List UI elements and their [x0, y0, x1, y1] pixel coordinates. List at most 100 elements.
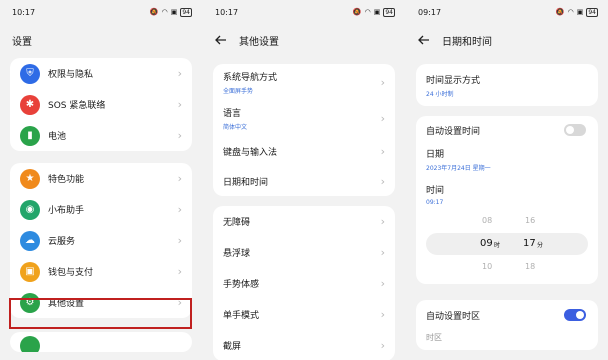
- item-label: 悬浮球: [223, 249, 251, 259]
- other-settings-item[interactable]: 系统导航方式 全面屏手势 ›: [213, 64, 395, 100]
- mute-icon: 🔕: [555, 8, 565, 16]
- item-label: 权限与隐私: [48, 70, 94, 80]
- star-icon: ★: [20, 168, 40, 189]
- signal-icon: ▣: [373, 8, 381, 16]
- back-arrow-icon[interactable]: [418, 33, 432, 47]
- status-bar: 09:17 🔕 ◠ ▣ 94: [406, 0, 608, 24]
- mute-icon: 🔕: [149, 8, 159, 16]
- next-item-icon: [20, 336, 40, 352]
- settings-item[interactable]: ▣ 钱包与支付 ›: [10, 256, 192, 287]
- hour-above: 08: [482, 216, 493, 225]
- minute-unit: 分: [537, 242, 544, 249]
- auto-time-label: 自动设置时间: [426, 126, 481, 137]
- settings-screen: 10:17 🔕 ◠ ▣ 94 设置 ⛨ 权限与隐私 › ✱ SOS 紧急联络 › ▮ 电池 › …: [0, 0, 202, 360]
- settings-item[interactable]: ⛨ 权限与隐私 ›: [10, 58, 192, 89]
- auto-zone-row[interactable]: 自动设置时区: [416, 300, 598, 330]
- assistant-icon: ◉: [20, 199, 40, 220]
- item-label: 电池: [48, 132, 67, 142]
- status-time: 09:17: [418, 7, 442, 17]
- wifi-icon: ◠: [364, 8, 371, 16]
- auto-time-row[interactable]: 自动设置时间: [416, 116, 598, 140]
- status-time: 10:17: [215, 7, 239, 17]
- signal-icon: ▣: [170, 8, 178, 16]
- date-label: 日期: [426, 149, 445, 160]
- other-settings-item[interactable]: 语言 简体中文 ›: [213, 100, 395, 136]
- chevron-right-icon: ›: [380, 215, 385, 228]
- chevron-right-icon: ›: [177, 234, 182, 247]
- settings-item[interactable]: ★ 特色功能 ›: [10, 163, 192, 194]
- chevron-right-icon: ›: [380, 144, 385, 158]
- other-settings-item[interactable]: 截屏 ›: [213, 330, 395, 360]
- status-bar: 10:17 🔕 ◠ ▣ 94: [203, 0, 405, 24]
- timezone-row[interactable]: 时区: [416, 330, 598, 344]
- item-label: 无障碍: [223, 218, 251, 228]
- chevron-right-icon: ›: [380, 277, 385, 290]
- wifi-icon: ◠: [161, 8, 168, 16]
- wallet-icon: ▣: [20, 261, 40, 282]
- chevron-right-icon: ›: [380, 111, 385, 125]
- page-title: 其他设置: [239, 36, 279, 48]
- chevron-right-icon: ›: [177, 129, 182, 142]
- minute-value: 17: [523, 238, 536, 249]
- chevron-right-icon: ›: [177, 296, 182, 309]
- timezone-label: 时区: [426, 332, 442, 342]
- time-format-item[interactable]: 时间显示方式 24 小时制: [416, 64, 598, 106]
- auto-zone-card: 自动设置时区 时区: [416, 300, 598, 350]
- settings-item[interactable]: ▮ 电池 ›: [10, 120, 192, 151]
- other-settings-item[interactable]: 键盘与输入法 ›: [213, 136, 395, 166]
- time-format-label: 时间显示方式: [426, 75, 481, 86]
- settings-item[interactable]: ⚙ 其他设置 ›: [10, 287, 192, 318]
- shield-icon: ⛨: [20, 63, 40, 84]
- wifi-icon: ◠: [567, 8, 574, 16]
- back-arrow-icon[interactable]: [215, 33, 229, 47]
- item-value: 全面屏手势: [223, 87, 254, 95]
- settings-item[interactable]: ✱ SOS 紧急联络 ›: [10, 89, 192, 120]
- chevron-right-icon: ›: [380, 246, 385, 259]
- battery-indicator: 94: [180, 7, 192, 17]
- battery-indicator: 94: [586, 7, 598, 17]
- chevron-right-icon: ›: [380, 339, 385, 352]
- hour-below: 10: [482, 262, 493, 271]
- other-settings-item[interactable]: 无障碍 ›: [213, 206, 395, 237]
- settings-item[interactable]: ☁ 云服务 ›: [10, 225, 192, 256]
- chevron-right-icon: ›: [177, 265, 182, 278]
- date-value: 2023年7月24日 星期一: [426, 164, 491, 172]
- other-settings-item[interactable]: 单手模式 ›: [213, 299, 395, 330]
- partial-card: [10, 332, 192, 352]
- item-label: 单手模式: [223, 311, 260, 321]
- chevron-right-icon: ›: [380, 174, 385, 188]
- item-label: 特色功能: [48, 175, 85, 185]
- other-settings-item[interactable]: 日期和时间 ›: [213, 166, 395, 196]
- other-settings-item[interactable]: 手势体感 ›: [213, 268, 395, 299]
- chevron-right-icon: ›: [177, 203, 182, 216]
- mute-icon: 🔕: [352, 8, 362, 16]
- date-time-screen: 09:17 🔕 ◠ ▣ 94 日期和时间 时间显示方式 24 小时制 自动设置时…: [406, 0, 608, 360]
- settings-item[interactable]: ◉ 小布助手 ›: [10, 194, 192, 225]
- item-label: 键盘与输入法: [223, 147, 278, 158]
- page-title: 设置: [12, 36, 32, 48]
- auto-time-toggle[interactable]: [564, 124, 586, 136]
- minute-below: 18: [525, 262, 536, 271]
- minute-above: 16: [525, 216, 536, 225]
- battery-indicator: 94: [383, 7, 395, 17]
- other-settings-item[interactable]: 悬浮球 ›: [213, 237, 395, 268]
- item-label: 小布助手: [48, 206, 85, 216]
- time-label: 时间: [426, 185, 445, 196]
- auto-time-card: 自动设置时间 日期 2023年7月24日 星期一 时间 09:17 08 09 …: [416, 116, 598, 284]
- chevron-right-icon: ›: [177, 98, 182, 111]
- page-title: 日期和时间: [442, 36, 492, 48]
- item-label: 语言: [223, 108, 242, 119]
- item-label: 云服务: [48, 237, 76, 247]
- chevron-right-icon: ›: [380, 75, 385, 89]
- auto-zone-label: 自动设置时区: [426, 311, 481, 322]
- chevron-right-icon: ›: [177, 172, 182, 185]
- battery-icon: ▮: [20, 125, 40, 146]
- toggle-knob: [566, 126, 574, 134]
- status-time: 10:17: [12, 7, 36, 17]
- signal-icon: ▣: [576, 8, 584, 16]
- date-row[interactable]: 日期 2023年7月24日 星期一: [416, 140, 598, 178]
- auto-zone-toggle[interactable]: [564, 309, 586, 321]
- time-picker[interactable]: 08 09 时 10 16 17 分 18: [416, 210, 598, 280]
- time-row[interactable]: 时间 09:17: [416, 178, 598, 210]
- cloud-icon: ☁: [20, 230, 40, 251]
